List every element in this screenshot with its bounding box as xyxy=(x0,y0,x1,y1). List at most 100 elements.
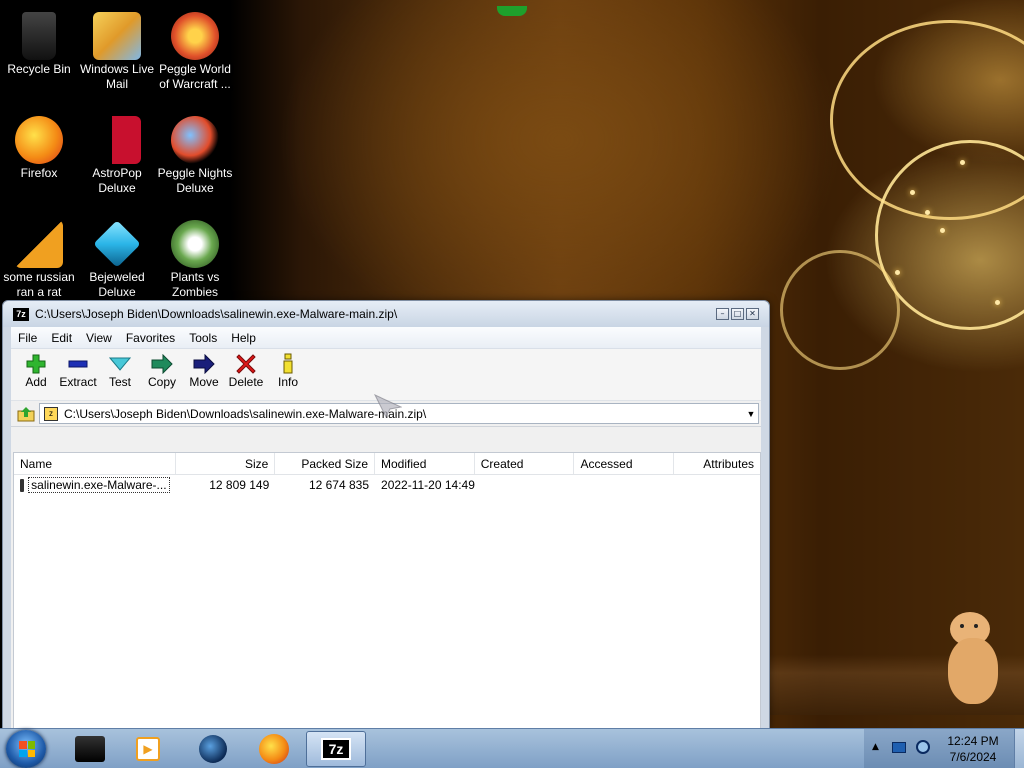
menu-tools[interactable]: Tools xyxy=(182,331,224,345)
7zip-icon: 7z xyxy=(321,738,351,760)
desktop-icon-windows-live-mail[interactable]: Windows Live Mail xyxy=(78,8,156,92)
column-size[interactable]: Size xyxy=(176,453,276,474)
menu-file[interactable]: File xyxy=(11,331,44,345)
menu-view[interactable]: View xyxy=(79,331,119,345)
taskbar: ▶ 7z ▲ 12:24 PM 7/6/2024 xyxy=(0,728,1024,768)
menu-edit[interactable]: Edit xyxy=(44,331,79,345)
start-button[interactable] xyxy=(6,730,46,768)
firefox-icon xyxy=(15,116,63,164)
minimize-button[interactable]: – xyxy=(716,308,729,320)
window-title: C:\Users\Joseph Biden\Downloads\salinewi… xyxy=(35,307,398,321)
copy-label: Copy xyxy=(147,375,176,389)
modified-cell: 2022-11-20 14:49 xyxy=(381,478,475,492)
desktop-icon-astropop[interactable]: AstroPop Deluxe xyxy=(78,112,156,196)
desktop-icon-bejeweled[interactable]: Bejeweled Deluxe xyxy=(78,216,156,300)
delete-label: Delete xyxy=(228,375,264,389)
taskbar-item-folder[interactable] xyxy=(60,731,120,767)
media-player-icon: ▶ xyxy=(136,737,160,761)
wallpaper-dot xyxy=(895,270,900,275)
move-button[interactable]: Move xyxy=(183,353,225,389)
up-folder-button[interactable] xyxy=(13,404,39,424)
folder-icon xyxy=(75,736,105,762)
desktop-icon-label: Firefox xyxy=(20,166,58,180)
folder-icon xyxy=(20,478,25,492)
test-button[interactable]: Test xyxy=(99,353,141,389)
astropop-icon xyxy=(93,116,141,164)
desktop-icon-firefox[interactable]: Firefox xyxy=(0,112,78,181)
copy-button[interactable]: Copy xyxy=(141,353,183,389)
taskbar-item-media-player[interactable]: ▶ xyxy=(118,731,178,767)
desktop-icon-label: Recycle Bin xyxy=(7,62,71,76)
delete-icon xyxy=(236,354,256,374)
file-icon xyxy=(15,220,63,268)
windows-logo-icon xyxy=(19,741,35,757)
zip-archive-icon: z xyxy=(44,406,58,421)
info-button[interactable]: Info xyxy=(267,353,309,389)
desktop-icon-plants-vs-zombies[interactable]: Plants vs Zombies xyxy=(156,216,234,300)
info-icon xyxy=(283,353,293,374)
wallpaper-swirl xyxy=(780,250,900,370)
column-accessed[interactable]: Accessed xyxy=(574,453,675,474)
mail-icon xyxy=(93,12,141,60)
globe-icon xyxy=(199,735,227,763)
taskbar-item-firefox[interactable] xyxy=(244,731,304,767)
add-button[interactable]: Add xyxy=(15,353,57,389)
window-titlebar[interactable]: 7z C:\Users\Joseph Biden\Downloads\salin… xyxy=(3,301,769,327)
delete-button[interactable]: Delete xyxy=(225,353,267,389)
dropdown-arrow-icon[interactable]: ▼ xyxy=(744,409,758,419)
desktop-icon-label: Peggle Nights Deluxe xyxy=(157,166,233,195)
clock[interactable]: 12:24 PM 7/6/2024 xyxy=(936,733,1010,765)
taskbar-item-globe[interactable] xyxy=(183,731,243,767)
wallpaper-dot xyxy=(960,160,965,165)
column-packed-size[interactable]: Packed Size xyxy=(275,453,376,474)
wallpaper-notch xyxy=(497,6,527,16)
move-label: Move xyxy=(189,375,219,389)
mouse-cursor-icon xyxy=(374,394,402,418)
desktop-icon-label: Windows Live Mail xyxy=(79,62,155,91)
bejeweled-icon xyxy=(93,220,141,268)
menu-favorites[interactable]: Favorites xyxy=(119,331,182,345)
show-desktop-button[interactable] xyxy=(1014,729,1024,768)
taskbar-item-7zip[interactable]: 7z xyxy=(306,731,366,767)
column-name[interactable]: Name xyxy=(14,453,176,474)
desktop-icon-label: Peggle World of Warcraft ... xyxy=(159,62,231,91)
move-icon xyxy=(193,354,215,374)
clock-time: 12:24 PM xyxy=(947,734,999,748)
column-header-row: Name Size Packed Size Modified Created A… xyxy=(14,453,760,475)
volume-icon[interactable] xyxy=(916,740,930,754)
extract-label: Extract xyxy=(59,375,97,389)
table-row[interactable]: salinewin.exe-Malware-... 12 809 149 12 … xyxy=(14,475,760,495)
extract-button[interactable]: Extract xyxy=(57,353,99,389)
desktop-icon-label: Plants vs Zombies xyxy=(170,270,220,299)
sevenzip-window: 7z C:\Users\Joseph Biden\Downloads\salin… xyxy=(2,300,770,730)
menu-help[interactable]: Help xyxy=(224,331,263,345)
desktop-icon-label: Bejeweled Deluxe xyxy=(89,270,145,299)
maximize-button[interactable]: □ xyxy=(731,308,744,320)
plants-vs-zombies-icon xyxy=(171,220,219,268)
up-folder-icon xyxy=(17,406,35,421)
peggle-wow-icon xyxy=(171,12,219,60)
column-created[interactable]: Created xyxy=(475,453,575,474)
column-modified[interactable]: Modified xyxy=(375,453,475,474)
show-hidden-icons-icon[interactable]: ▲ xyxy=(872,742,879,752)
desktop-icon-peggle-nights[interactable]: Peggle Nights Deluxe xyxy=(156,112,234,196)
network-icon[interactable] xyxy=(892,742,906,753)
close-button[interactable]: ✕ xyxy=(746,308,759,320)
peggle-nights-icon xyxy=(171,116,219,164)
copy-icon xyxy=(151,354,173,374)
add-label: Add xyxy=(25,375,47,389)
hamster-image xyxy=(944,612,1004,708)
file-name: salinewin.exe-Malware-... xyxy=(28,477,170,493)
desktop-icon-peggle-wow[interactable]: Peggle World of Warcraft ... xyxy=(156,8,234,92)
desktop-icon-recycle-bin[interactable]: Recycle Bin xyxy=(0,8,78,77)
column-attributes[interactable]: Attributes xyxy=(674,453,760,474)
clock-date: 7/6/2024 xyxy=(949,750,997,764)
extract-icon xyxy=(68,360,88,368)
path-text: C:\Users\Joseph Biden\Downloads\salinewi… xyxy=(64,406,427,421)
firefox-icon xyxy=(259,734,289,764)
desktop-icon-label: some russian ran a rat xyxy=(3,270,75,299)
wallpaper-dot xyxy=(995,300,1000,305)
desktop-icon-russian-rat[interactable]: some russian ran a rat xyxy=(0,216,78,300)
recycle-bin-icon xyxy=(22,12,56,60)
file-name-cell: salinewin.exe-Malware-... xyxy=(14,477,176,493)
